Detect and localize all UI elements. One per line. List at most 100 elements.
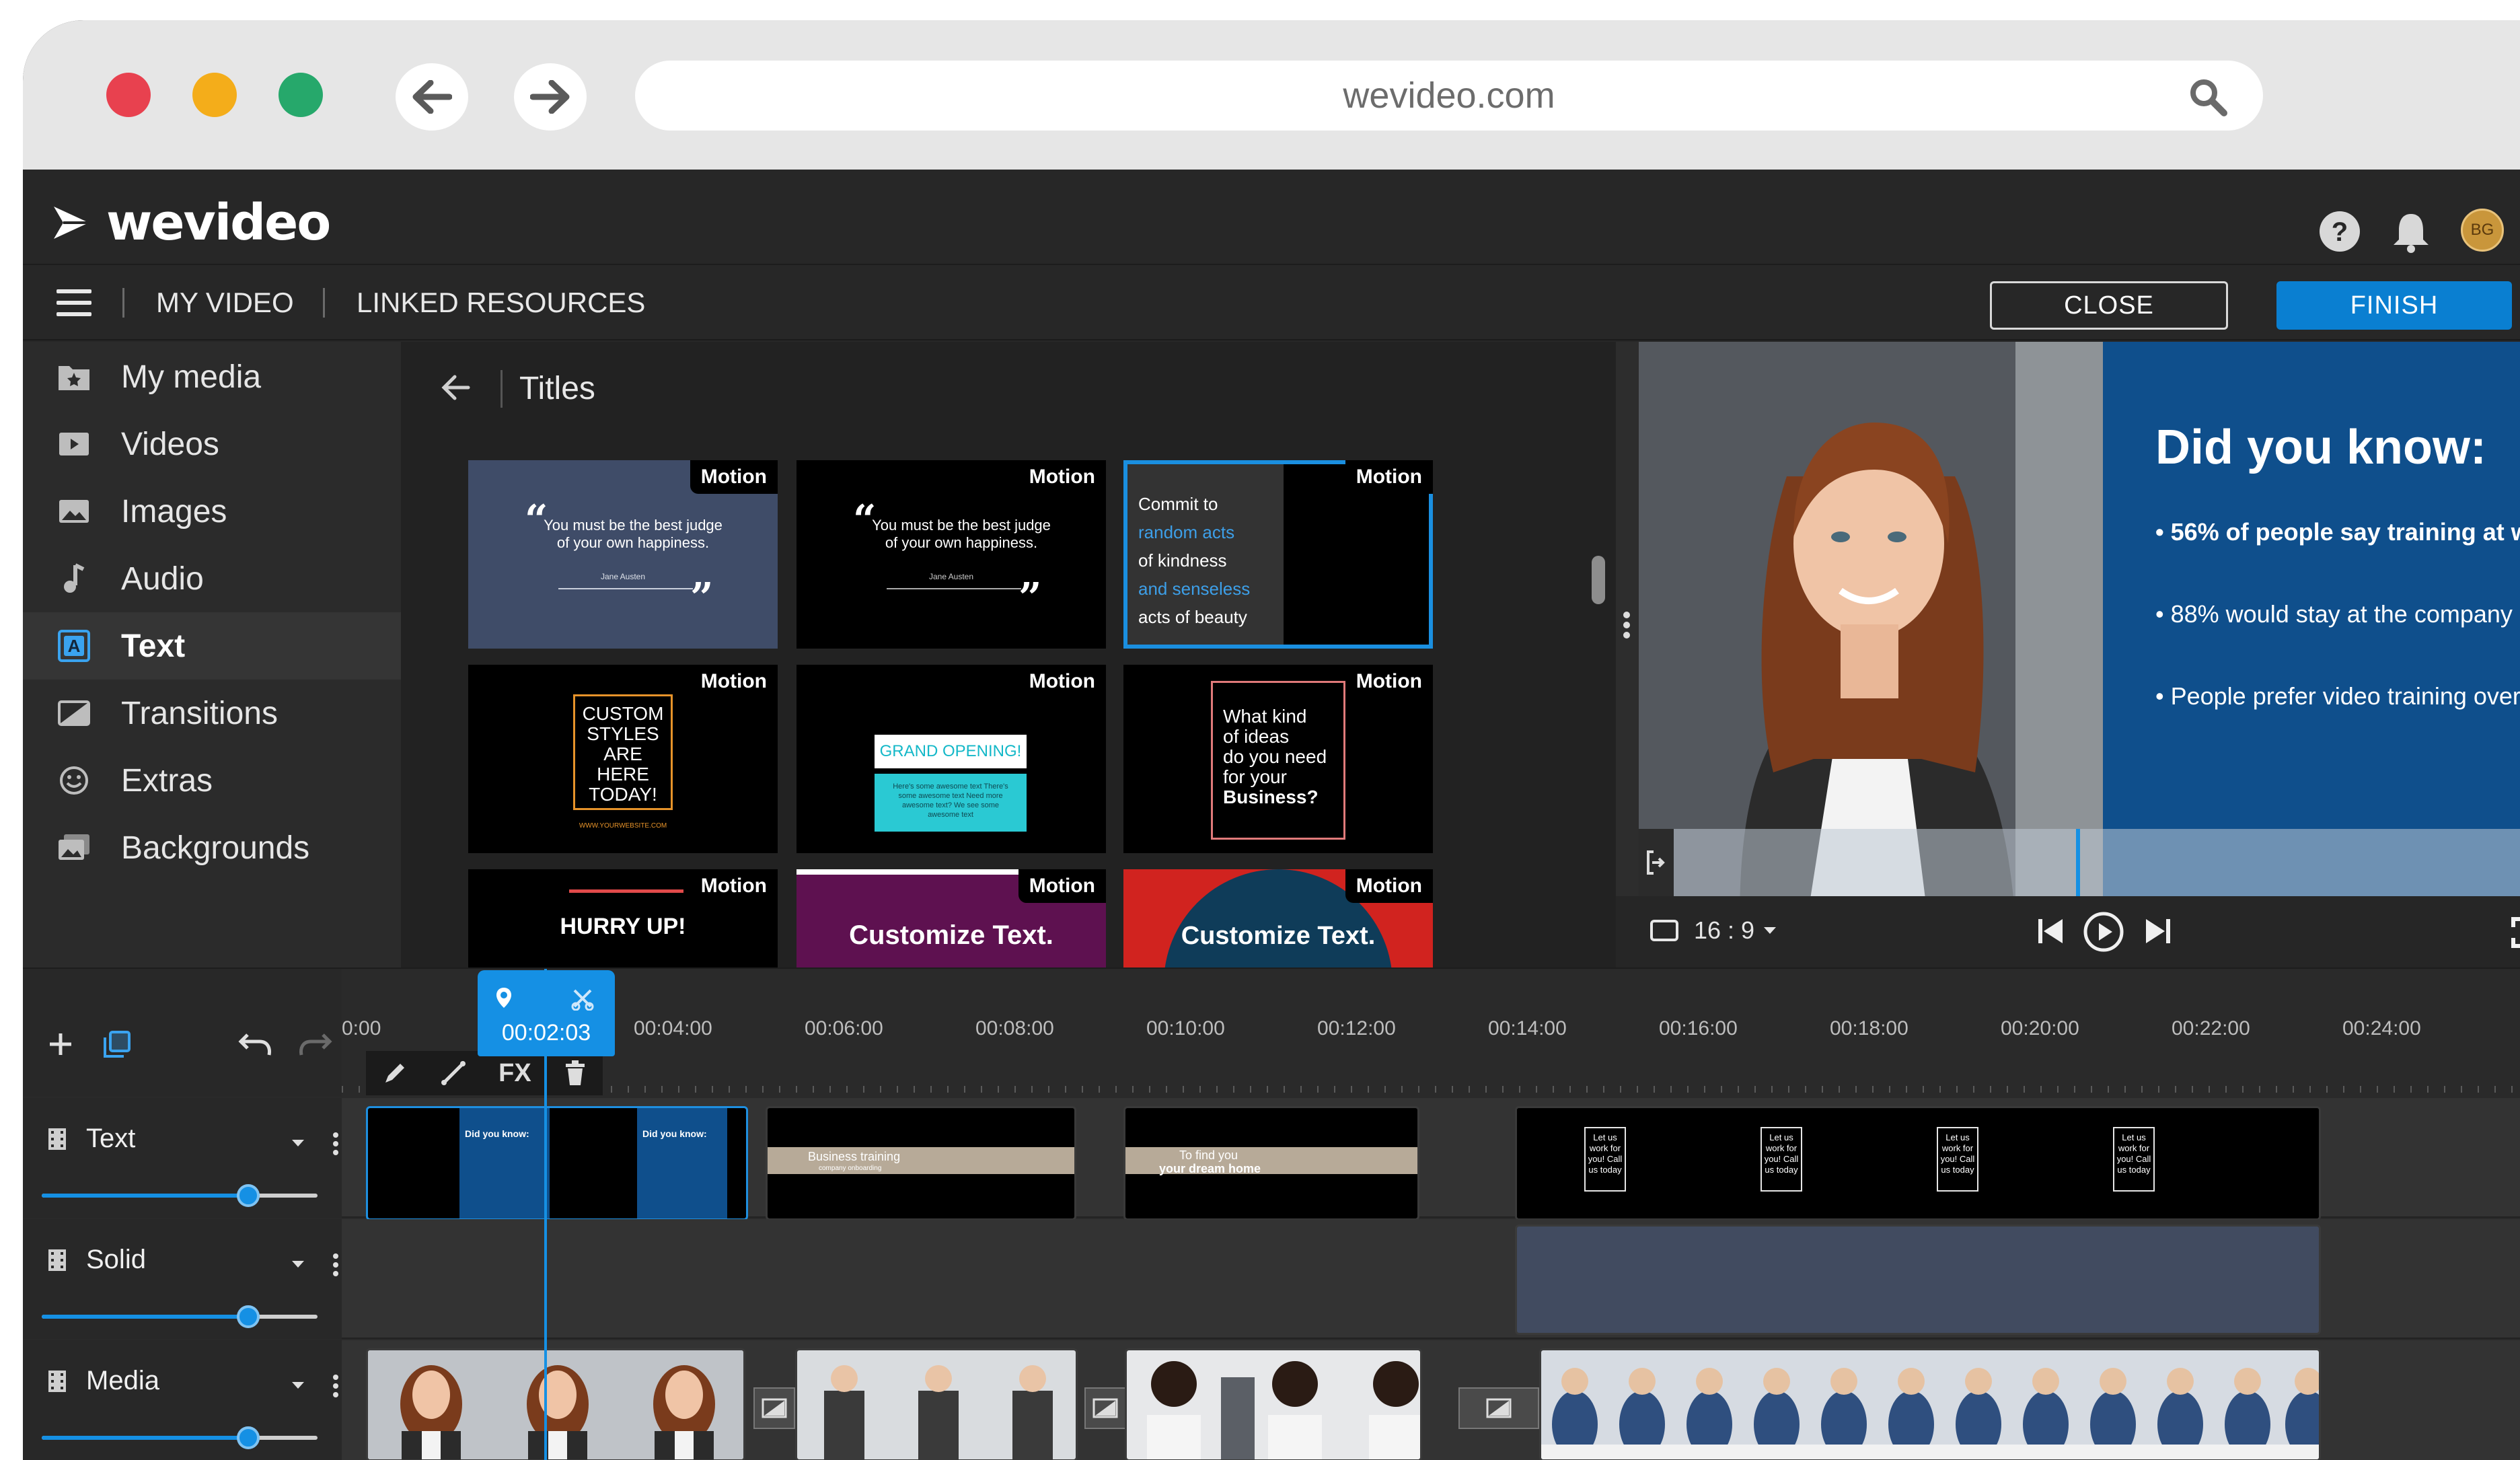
scissors-icon[interactable]: [570, 986, 595, 1011]
separator: [501, 370, 503, 408]
close-window-dot[interactable]: [106, 73, 151, 117]
pencil-icon[interactable]: [381, 1060, 408, 1087]
track-volume-slider[interactable]: [42, 1305, 318, 1328]
title-thumb-customize-red[interactable]: Customize Text. Motion: [1123, 869, 1433, 968]
media-clip[interactable]: [1539, 1348, 2321, 1460]
marker-pin-icon[interactable]: [495, 986, 513, 1009]
divider-line: [558, 588, 693, 589]
transition-marker[interactable]: [1084, 1387, 1126, 1429]
film-strip-icon: [48, 1128, 66, 1150]
aspect-ratio-select[interactable]: 16 : 9: [1650, 916, 1777, 945]
slider-knob[interactable]: [237, 1426, 260, 1449]
caret-down-icon[interactable]: [291, 1138, 305, 1148]
notification-bell-icon[interactable]: [2391, 210, 2431, 253]
text-clip[interactable]: Business training company onboarding: [766, 1106, 1076, 1220]
transition-marker[interactable]: [753, 1387, 795, 1429]
address-bar[interactable]: wevideo.com: [635, 61, 2263, 131]
playhead-marker[interactable]: 00:02:03: [478, 970, 615, 1056]
video-preview[interactable]: Did you know: • 56% of people say traini…: [1639, 342, 2520, 896]
title-thumb-grand-opening[interactable]: GRAND OPENING! Here's some awesome text …: [796, 665, 1106, 853]
more-vertical-icon[interactable]: [332, 1374, 339, 1398]
presenter-image: [1639, 342, 2103, 896]
sidebar-item-audio[interactable]: Audio: [23, 545, 401, 612]
title-thumb-hurry-up[interactable]: HURRY UP! Motion: [468, 869, 778, 968]
search-icon[interactable]: [2188, 77, 2228, 117]
sidebar-item-label: Videos: [121, 426, 219, 462]
play-icon[interactable]: [2083, 911, 2124, 953]
star-folder-icon: [55, 358, 93, 396]
title-thumb-ideas[interactable]: What kind of ideas do you need for your …: [1123, 665, 1433, 853]
scrollbar-thumb[interactable]: [1592, 556, 1605, 604]
text-clip[interactable]: Did you know: Did you know:: [366, 1106, 748, 1220]
caret-down-icon[interactable]: [291, 1381, 305, 1390]
title-thumb-quote-black[interactable]: “ You must be the best judge of your own…: [796, 460, 1106, 649]
clip-thumbnail: [797, 1350, 1076, 1459]
forward-button[interactable]: [514, 63, 587, 131]
fx-button[interactable]: FX: [498, 1059, 531, 1088]
trim-handle[interactable]: [1639, 829, 1674, 896]
user-avatar[interactable]: BG: [2461, 209, 2504, 252]
multi-select-icon[interactable]: [102, 1029, 132, 1059]
slider-knob[interactable]: [237, 1305, 260, 1328]
clip-frame-text: Let us work for you! Call us today: [1937, 1127, 1978, 1192]
sidebar-item-transitions[interactable]: Transitions: [23, 680, 401, 747]
minimize-window-dot[interactable]: [192, 73, 237, 117]
wevideo-logo[interactable]: wevideo: [51, 194, 331, 252]
scrub-playhead[interactable]: [2076, 829, 2080, 896]
text-clip[interactable]: To find you your dream home: [1123, 1106, 1419, 1220]
title-thumb-customize-purple[interactable]: Customize Text. Motion: [796, 869, 1106, 968]
sidebar-item-videos[interactable]: Videos: [23, 410, 401, 478]
undo-icon[interactable]: [238, 1031, 273, 1058]
caret-down-icon[interactable]: [291, 1260, 305, 1269]
title-thumb-custom-styles[interactable]: CUSTOM STYLES ARE HERE TODAY! WWW.YOURWE…: [468, 665, 778, 853]
quote-text: You must be the best judge of your own h…: [872, 517, 1051, 551]
track-header-media: Media: [23, 1340, 342, 1460]
fullscreen-icon[interactable]: [2511, 916, 2520, 949]
sidebar-item-text[interactable]: A Text: [23, 612, 401, 680]
sidebar-item-my-media[interactable]: My media: [23, 343, 401, 410]
more-vertical-icon[interactable]: [332, 1132, 339, 1156]
sidebar-item-extras[interactable]: Extras: [23, 747, 401, 814]
quote-text: You must be the best judge of your own h…: [544, 517, 722, 551]
solid-clip[interactable]: [1515, 1225, 2321, 1335]
close-button[interactable]: CLOSE: [1990, 281, 2228, 330]
my-video-link[interactable]: MY VIDEO: [156, 284, 294, 322]
maximize-window-dot[interactable]: [279, 73, 323, 117]
title-thumb-quote-blue[interactable]: “ You must be the best judge of your own…: [468, 460, 778, 649]
track-volume-slider[interactable]: [42, 1184, 318, 1207]
track-label: Media: [86, 1366, 159, 1395]
line: of kindness: [1138, 550, 1227, 571]
media-clip[interactable]: [366, 1348, 745, 1460]
back-button[interactable]: [396, 63, 468, 131]
media-clip[interactable]: [795, 1348, 1078, 1460]
browser-chrome: wevideo.com: [23, 20, 2520, 170]
finish-button[interactable]: FINISH: [2276, 281, 2512, 330]
track-label: Solid: [86, 1245, 146, 1274]
redo-icon[interactable]: [297, 1031, 332, 1058]
track-header-text: Text: [23, 1098, 342, 1218]
panel-resize-handle[interactable]: [1616, 342, 1639, 968]
back-arrow-icon[interactable]: [441, 374, 471, 401]
track-volume-slider[interactable]: [42, 1426, 318, 1449]
skip-forward-icon[interactable]: [2143, 915, 2173, 947]
skip-back-icon[interactable]: [2036, 915, 2065, 947]
linked-resources-link[interactable]: LINKED RESOURCES: [357, 284, 645, 322]
add-track-icon[interactable]: [48, 1032, 73, 1056]
transition-marker[interactable]: [1458, 1387, 1539, 1429]
film-strip-icon: [48, 1370, 66, 1392]
help-icon[interactable]: ?: [2318, 210, 2361, 253]
slider-knob[interactable]: [237, 1184, 260, 1207]
media-clip[interactable]: [1125, 1348, 1422, 1460]
title-thumb-commit[interactable]: Commit to random acts of kindness and se…: [1123, 460, 1433, 649]
time-ruler[interactable]: 0:00 00:04:00 00:06:00 00:08:00 00:10:00…: [342, 969, 2520, 1097]
menu-icon[interactable]: [57, 289, 91, 316]
line-tool-icon[interactable]: [440, 1060, 467, 1087]
sidebar-item-images[interactable]: Images: [23, 478, 401, 545]
trash-icon[interactable]: [563, 1060, 587, 1087]
motion-badge: Motion: [1018, 460, 1106, 494]
text-clip[interactable]: Let us work for you! Call us today Let u…: [1515, 1106, 2321, 1220]
sidebar-item-backgrounds[interactable]: Backgrounds: [23, 814, 401, 881]
smiley-icon: [55, 762, 93, 799]
more-vertical-icon[interactable]: [332, 1253, 339, 1277]
play-logo-icon: [54, 207, 89, 239]
